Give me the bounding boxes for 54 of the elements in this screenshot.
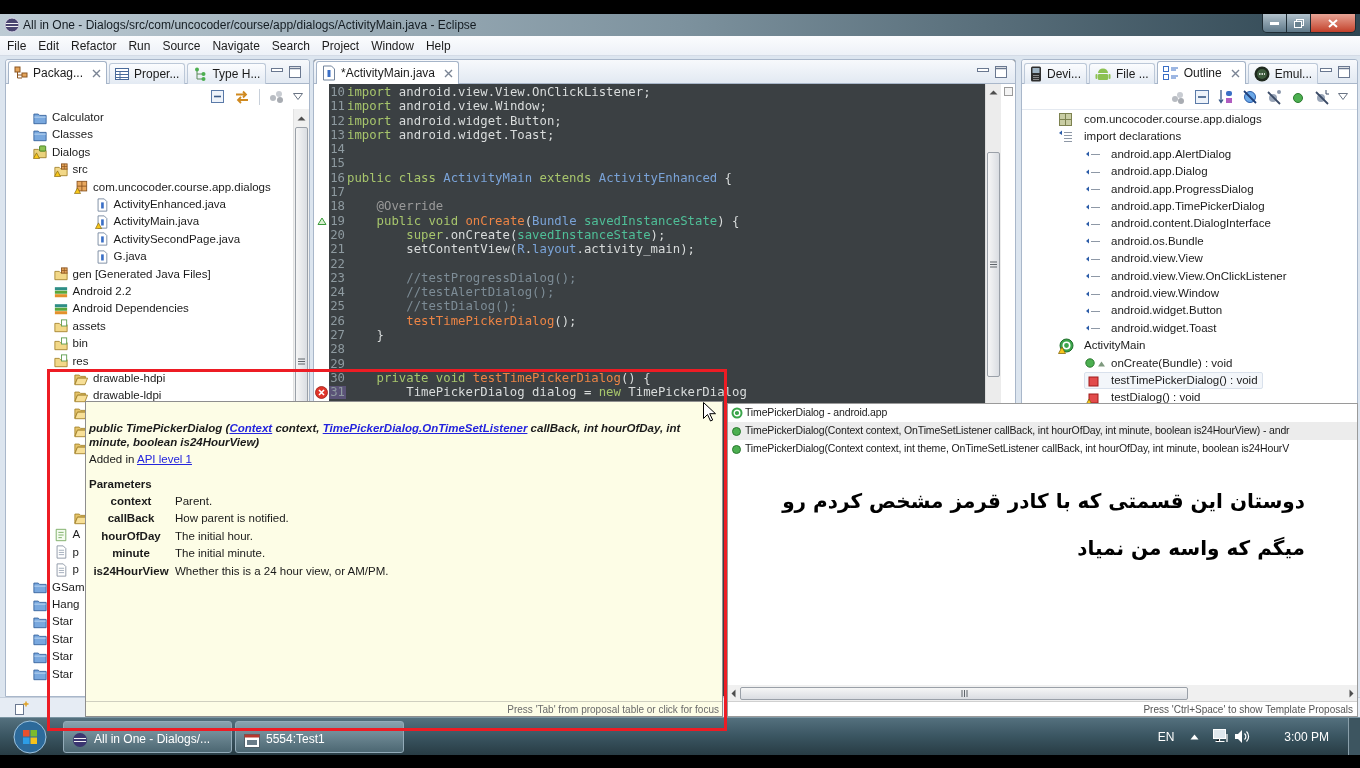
line-number: 27 [329,328,346,342]
focus-hint: Press 'Tab' from proposal table or click for focus [507,702,719,717]
parameter-description: Whether this is a 24 hour view, or AM/PM. [175,563,389,579]
line-number: 20 [329,228,346,242]
window-title: All in One - Dialogs/src/com/uncocoder/course/app/dialogs/ActivityMain.java - Eclipse [23,17,477,34]
line-number: 19 [329,214,346,228]
parameter-name: is24HourView [92,563,170,579]
annotation-text: دوستان این قسمتی که با کادر قرمز مشخص کردم رو میگم که واسه من نمیاد [782,488,1305,562]
template-hint: Press 'Ctrl+Space' to show Template Proposals [1143,702,1353,717]
line-number: 14 [329,142,346,156]
parameter-name: hourOfDay [100,528,162,544]
method-signature: public TimePickerDialog (Context context, TimePickerDialog.OnTimeSetListener callBack, int hourOfDay, int minute, boolean is24HourView) [89,422,682,449]
line-number: 12 [329,114,346,128]
code-line: @Override [375,200,444,213]
code-line: } [375,329,385,342]
parameter-description: The initial minute. [175,546,266,562]
parameter-description: Parent. [175,494,213,510]
line-number: 11 [329,99,346,113]
line-number: 22 [329,257,346,271]
line-number: 31 [329,385,346,399]
code-line: public class ActivityMain extends ActivityEnhanced { [346,171,732,185]
line-number: 25 [329,300,346,314]
line-number: 30 [329,371,346,385]
line-number: 18 [329,200,346,213]
code-line: private void testTimePickerDialog() { [375,371,651,385]
line-number: 21 [329,242,346,256]
code-line: import android.widget.Toast; [346,128,555,142]
parameter-description: The initial hour. [175,528,253,544]
code-line: super.onCreate(savedInstanceState); [406,228,666,242]
code-line: //testProgressDialog(); [405,271,577,285]
code-line: import android.widget.Button; [346,114,562,127]
parameter-description: How parent is notified. [175,511,289,527]
parameters-heading: Parameters [89,477,153,492]
code-line: setContentView(R.layout.activity_main); [405,243,695,256]
code-line: import android.view.Window; [346,100,547,113]
parameter-name: callBack [106,511,156,527]
line-number: 13 [329,128,346,142]
parameter-name: context [109,494,153,510]
line-number: 17 [329,185,346,199]
line-number: 10 [329,85,346,99]
line-number: 23 [329,271,346,285]
code-line: //testAlertDialog(); [405,286,555,299]
line-number: 29 [329,357,346,371]
line-number: 15 [329,157,346,171]
line-number: 16 [329,171,346,185]
code-line: //testDialog(); [405,300,518,313]
line-number: 26 [329,314,346,328]
api-level-note: Added in API level 1 [89,452,193,466]
line-number: 24 [329,285,346,299]
code-line: import android.view.View.OnClickListener; [346,86,651,99]
code-line: public void onCreate(Bundle savedInstanceState) { [375,214,740,227]
code-line: testTimePickerDialog(); [405,314,577,328]
parameter-name: minute [111,546,151,562]
line-number: 28 [329,343,346,356]
